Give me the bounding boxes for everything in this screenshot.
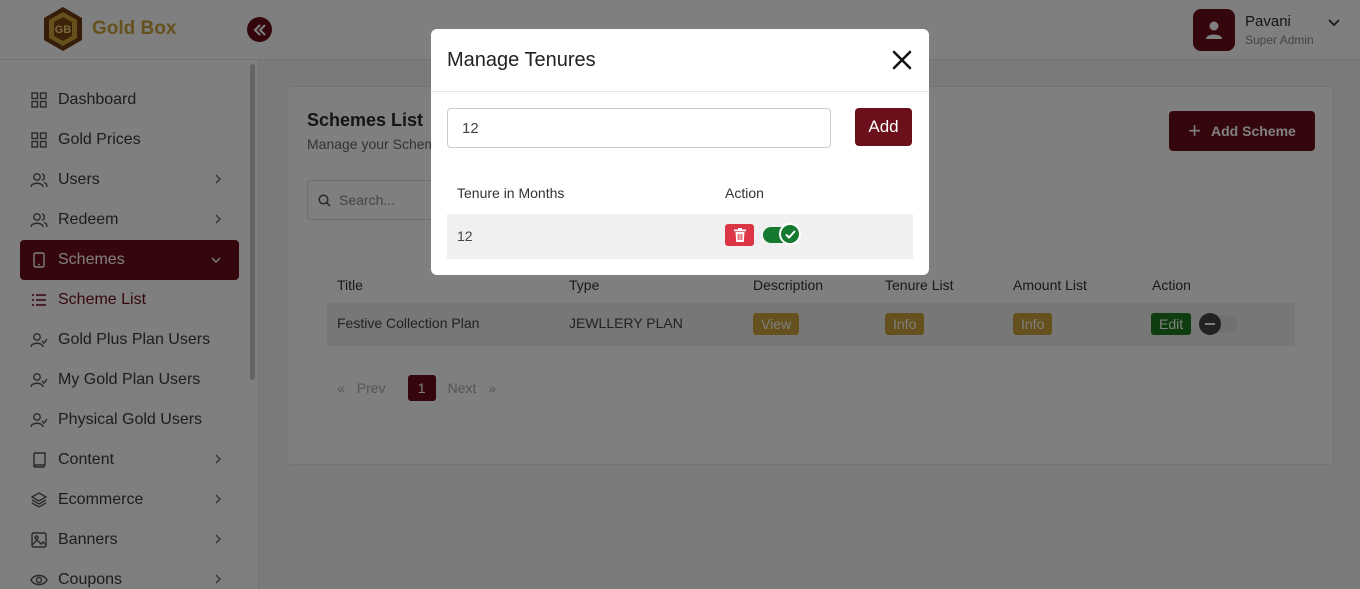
tenure-active-toggle[interactable]	[763, 223, 801, 245]
column-header: Tenure in Months	[457, 185, 565, 201]
check-icon	[779, 223, 801, 245]
modal-title: Manage Tenures	[447, 49, 596, 71]
manage-tenures-modal: Manage Tenures Add Tenure in Months Acti…	[431, 29, 929, 275]
close-icon[interactable]	[891, 49, 913, 71]
tenure-months: 12	[457, 228, 473, 244]
tenure-input[interactable]	[447, 108, 831, 148]
add-tenure-button[interactable]: Add	[855, 108, 912, 146]
tenure-row: 12	[447, 214, 913, 259]
delete-tenure-button[interactable]	[725, 224, 754, 246]
trash-icon	[733, 228, 746, 242]
column-header: Action	[725, 185, 764, 201]
modal-header: Manage Tenures	[431, 29, 929, 92]
